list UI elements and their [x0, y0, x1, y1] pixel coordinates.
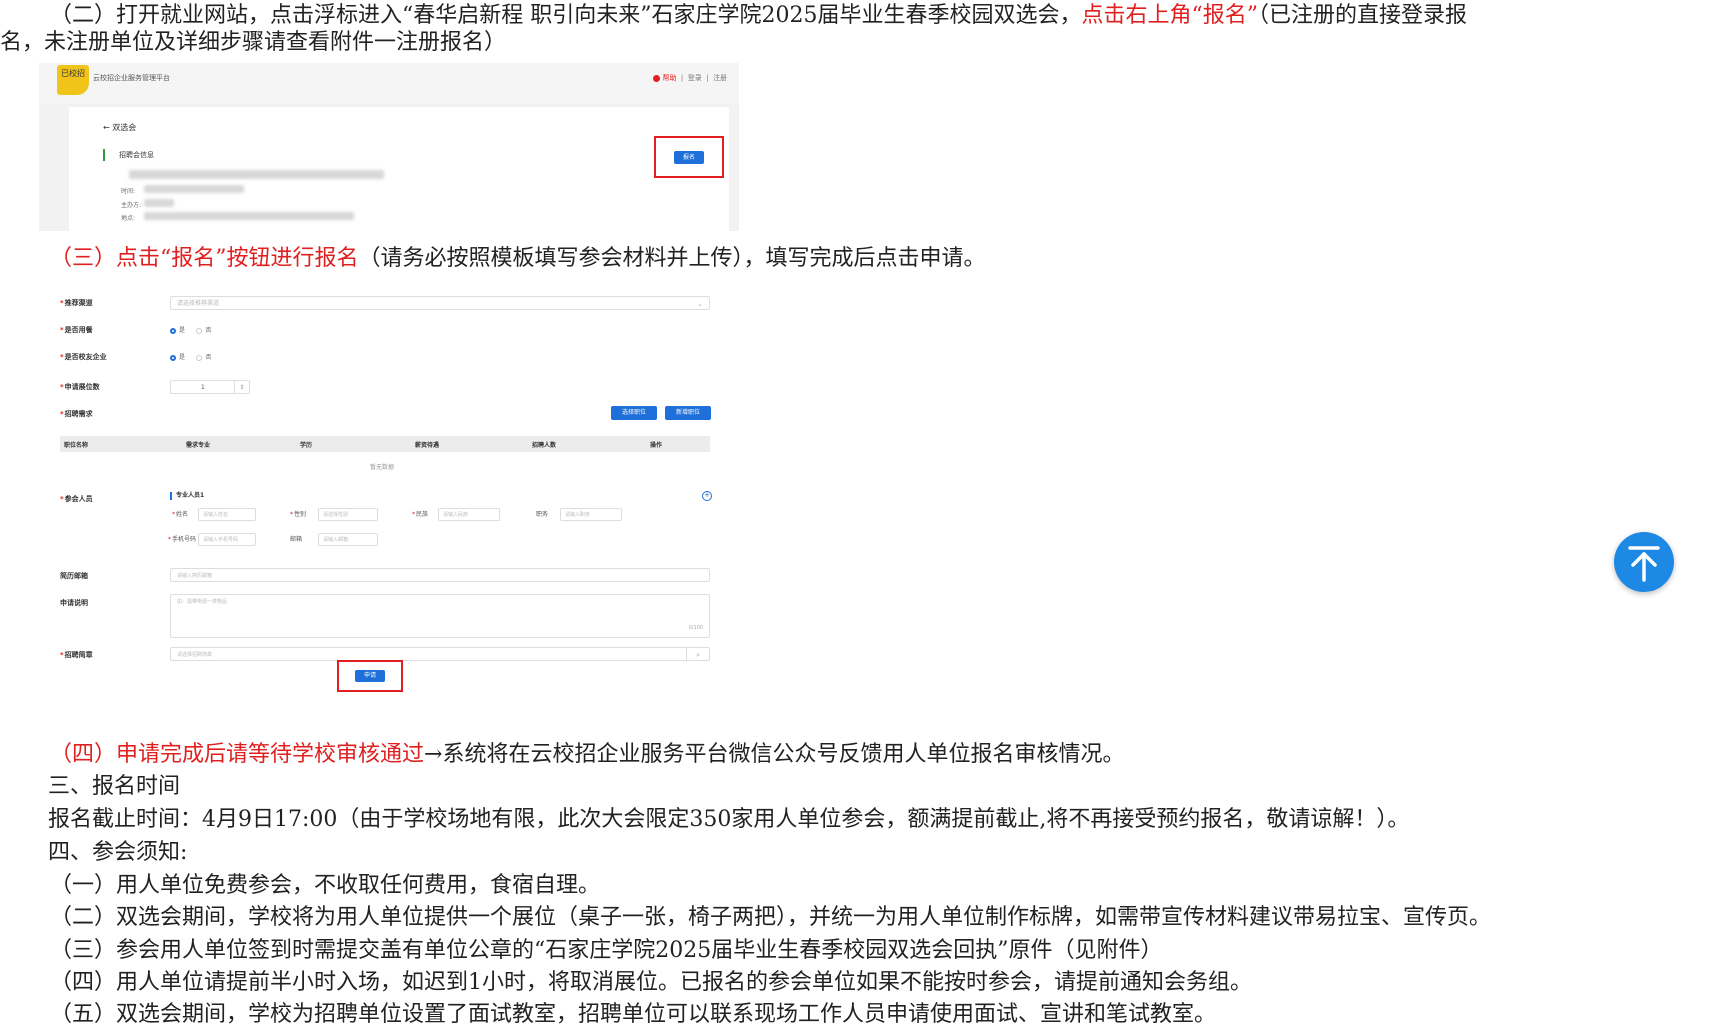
back-to-top-button[interactable] [1614, 532, 1674, 592]
section-4-title: 四、参会须知: [48, 840, 188, 865]
fair-info-card: ← 双选会 招聘会信息 时间: 主办方: 地点: [69, 107, 729, 231]
intro-highlight: 点击右上角“报名” [1081, 3, 1258, 28]
step-4: （四）申请完成后请等待学校审核通过→系统将在云校招企业服务平台微信公众号反馈用人… [0, 741, 1700, 769]
phone-input[interactable]: 请输入手机号码 [198, 533, 256, 546]
gender-label: *性别 [290, 511, 307, 518]
blurred-time [144, 185, 244, 193]
platform-logo: 已校招 [57, 65, 89, 95]
alumni-radio-group[interactable]: 是 否 [170, 352, 211, 361]
deadline-text: 报名截止时间：4月9日17:00（由于学校场地有限，此次大会限定350家用人单位… [48, 807, 1410, 832]
attendee-title: 专业人员1 [170, 492, 204, 500]
platform-name: 云校招企业服务管理平台 [93, 74, 170, 82]
th-major: 需求专业 [186, 442, 211, 449]
note-4: （四）用人单位请提前半小时入场，如迟到1小时，将取消展位。已报名的参会单位如果不… [50, 970, 1253, 995]
ethnicity-input[interactable]: 请输入民族 [438, 508, 500, 521]
resume-email-label: 简历邮箱 [60, 572, 88, 580]
apply-highlight: 申请 [337, 660, 403, 692]
email-input[interactable]: 请输入邮箱 [318, 533, 378, 546]
fair-info-title: 招聘会信息 [103, 149, 154, 161]
name-label: *姓名 [172, 511, 189, 518]
screenshot-signup-form: *推荐渠道 请选择推荐渠道 ⌄ *是否用餐 是 否 *是否校友企业 是 否 *申请… [50, 278, 740, 723]
add-position-button[interactable]: 新增职位 [665, 406, 711, 420]
meal-label: *是否用餐 [60, 326, 93, 334]
section-3-title: 三、报名时间 [48, 774, 181, 799]
platform-header: 已校招 云校招企业服务管理平台 帮助 | 登录 | 注册 [39, 63, 739, 103]
booth-stepper[interactable]: 1 ⇕ [170, 380, 250, 394]
phone-label: *手机号码 [168, 536, 197, 543]
intro-text: （二）打开就业网站，点击浮标进入“春华启新程 职引向未来”石家庄学院2025届毕… [50, 3, 1082, 28]
booth-label: *申请展位数 [60, 383, 100, 391]
chevron-down-icon: ⌄ [697, 300, 703, 308]
table-empty-text: 暂无数据 [370, 464, 395, 471]
organizer-label: 主办方: [121, 202, 142, 209]
brochure-label: *招聘简章 [60, 651, 93, 659]
gender-select[interactable]: 请选择性别 [318, 508, 378, 521]
blurred-fair-title [129, 170, 384, 179]
add-attendee-icon[interactable]: + [702, 491, 712, 501]
select-position-button[interactable]: 选择职位 [611, 406, 657, 420]
th-actions: 操作 [650, 442, 663, 449]
stepper-arrows-icon[interactable]: ⇕ [234, 381, 249, 393]
email-label: 邮箱 [290, 536, 303, 543]
intro-line-1: （二）打开就业网站，点击浮标进入“春华启新程 职引向未来”石家庄学院2025届毕… [0, 2, 1700, 30]
note-5: （五）双选会期间，学校为招聘单位设置了面试教室，招聘单位可以联系现场工作人员申请… [50, 1002, 1217, 1027]
help-link[interactable]: 帮助 [662, 74, 676, 82]
channel-select[interactable]: 请选择推荐渠道 ⌄ [170, 296, 710, 310]
blurred-organizer [144, 199, 174, 207]
th-salary: 薪资待遇 [415, 442, 440, 449]
notes-counter: 0/100 [688, 625, 703, 631]
note-3: （三）参会用人单位签到时需提交盖有单位公章的“石家庄学院2025届毕业生春季校园… [50, 938, 1163, 963]
back-link[interactable]: ← 双选会 [103, 122, 136, 133]
name-input[interactable]: 请输入姓名 [198, 508, 256, 521]
th-position: 职位名称 [64, 442, 89, 449]
signup-button[interactable]: 报名 [674, 151, 704, 164]
arrow-up-icon [1628, 546, 1660, 582]
title-label: 职务 [536, 511, 549, 518]
intro-text-tail: （已注册的直接登录报 [1257, 3, 1467, 28]
title-input[interactable]: 请输入职务 [560, 508, 622, 521]
register-link[interactable]: 注册 [713, 74, 727, 82]
resume-email-input[interactable]: 请输入简历邮箱 [170, 568, 710, 582]
radio-icon[interactable] [196, 354, 203, 361]
positions-label: *招聘需求 [60, 410, 93, 418]
radio-selected-icon[interactable] [170, 354, 176, 361]
ethnicity-label: *民族 [412, 511, 429, 518]
step-3-highlight: （三）点击“报名”按钮进行报名 [50, 246, 359, 271]
th-headcount: 招聘人数 [532, 442, 557, 449]
notes-textarea[interactable]: 如：需带电源一类物品 0/100 [170, 594, 710, 638]
time-label: 时间: [121, 188, 136, 195]
step-4-highlight: （四）申请完成后请等待学校审核通过 [50, 742, 425, 767]
step-3: （三）点击“报名”按钮进行报名（请务必按照模板填写参会材料并上传），填写完成后点… [0, 245, 1700, 273]
positions-table-header: 职位名称 需求专业 学历 薪资待遇 招聘人数 操作 [60, 436, 710, 452]
meal-radio-group[interactable]: 是 否 [170, 325, 211, 334]
attendees-label: *参会人员 [60, 495, 93, 503]
step-4-text: →系统将在云校招企业服务平台微信公众号反馈用人单位报名审核情况。 [424, 742, 1125, 767]
signup-highlight: 报名 [654, 136, 724, 178]
notes-label: 申请说明 [60, 599, 88, 607]
note-1: （一）用人单位免费参会，不收取任何费用，食宿自理。 [50, 873, 601, 898]
intro-line-2: 名，未注册单位及详细步骤请查看附件一注册报名） [0, 30, 507, 55]
login-link[interactable]: 登录 [688, 74, 702, 82]
note-2: （二）双选会期间，学校将为用人单位提供一个展位（桌子一张，椅子两把），并统一为用… [50, 905, 1492, 930]
alumni-label: *是否校友企业 [60, 353, 107, 361]
radio-icon[interactable] [196, 327, 203, 334]
apply-button[interactable]: 申请 [355, 670, 385, 682]
back-label: 双选会 [112, 123, 137, 132]
help-icon [653, 74, 661, 82]
header-links: 帮助 | 登录 | 注册 [653, 73, 727, 83]
radio-selected-icon[interactable] [170, 327, 176, 334]
arrow-left-icon: ← [103, 123, 113, 132]
location-label: 地点: [121, 215, 136, 222]
channel-label: *推荐渠道 [60, 299, 93, 307]
search-icon[interactable]: ⌕ [686, 648, 709, 662]
brochure-input[interactable]: 请选择招聘简章 ⌕ [170, 647, 710, 662]
step-3-text: （请务必按照模板填写参会材料并上传），填写完成后点击申请。 [358, 246, 986, 271]
th-degree: 学历 [300, 442, 313, 449]
blurred-location [144, 212, 354, 220]
screenshot-fair-detail: 已校招 云校招企业服务管理平台 帮助 | 登录 | 注册 ← 双选会 招聘会信息… [39, 63, 739, 231]
